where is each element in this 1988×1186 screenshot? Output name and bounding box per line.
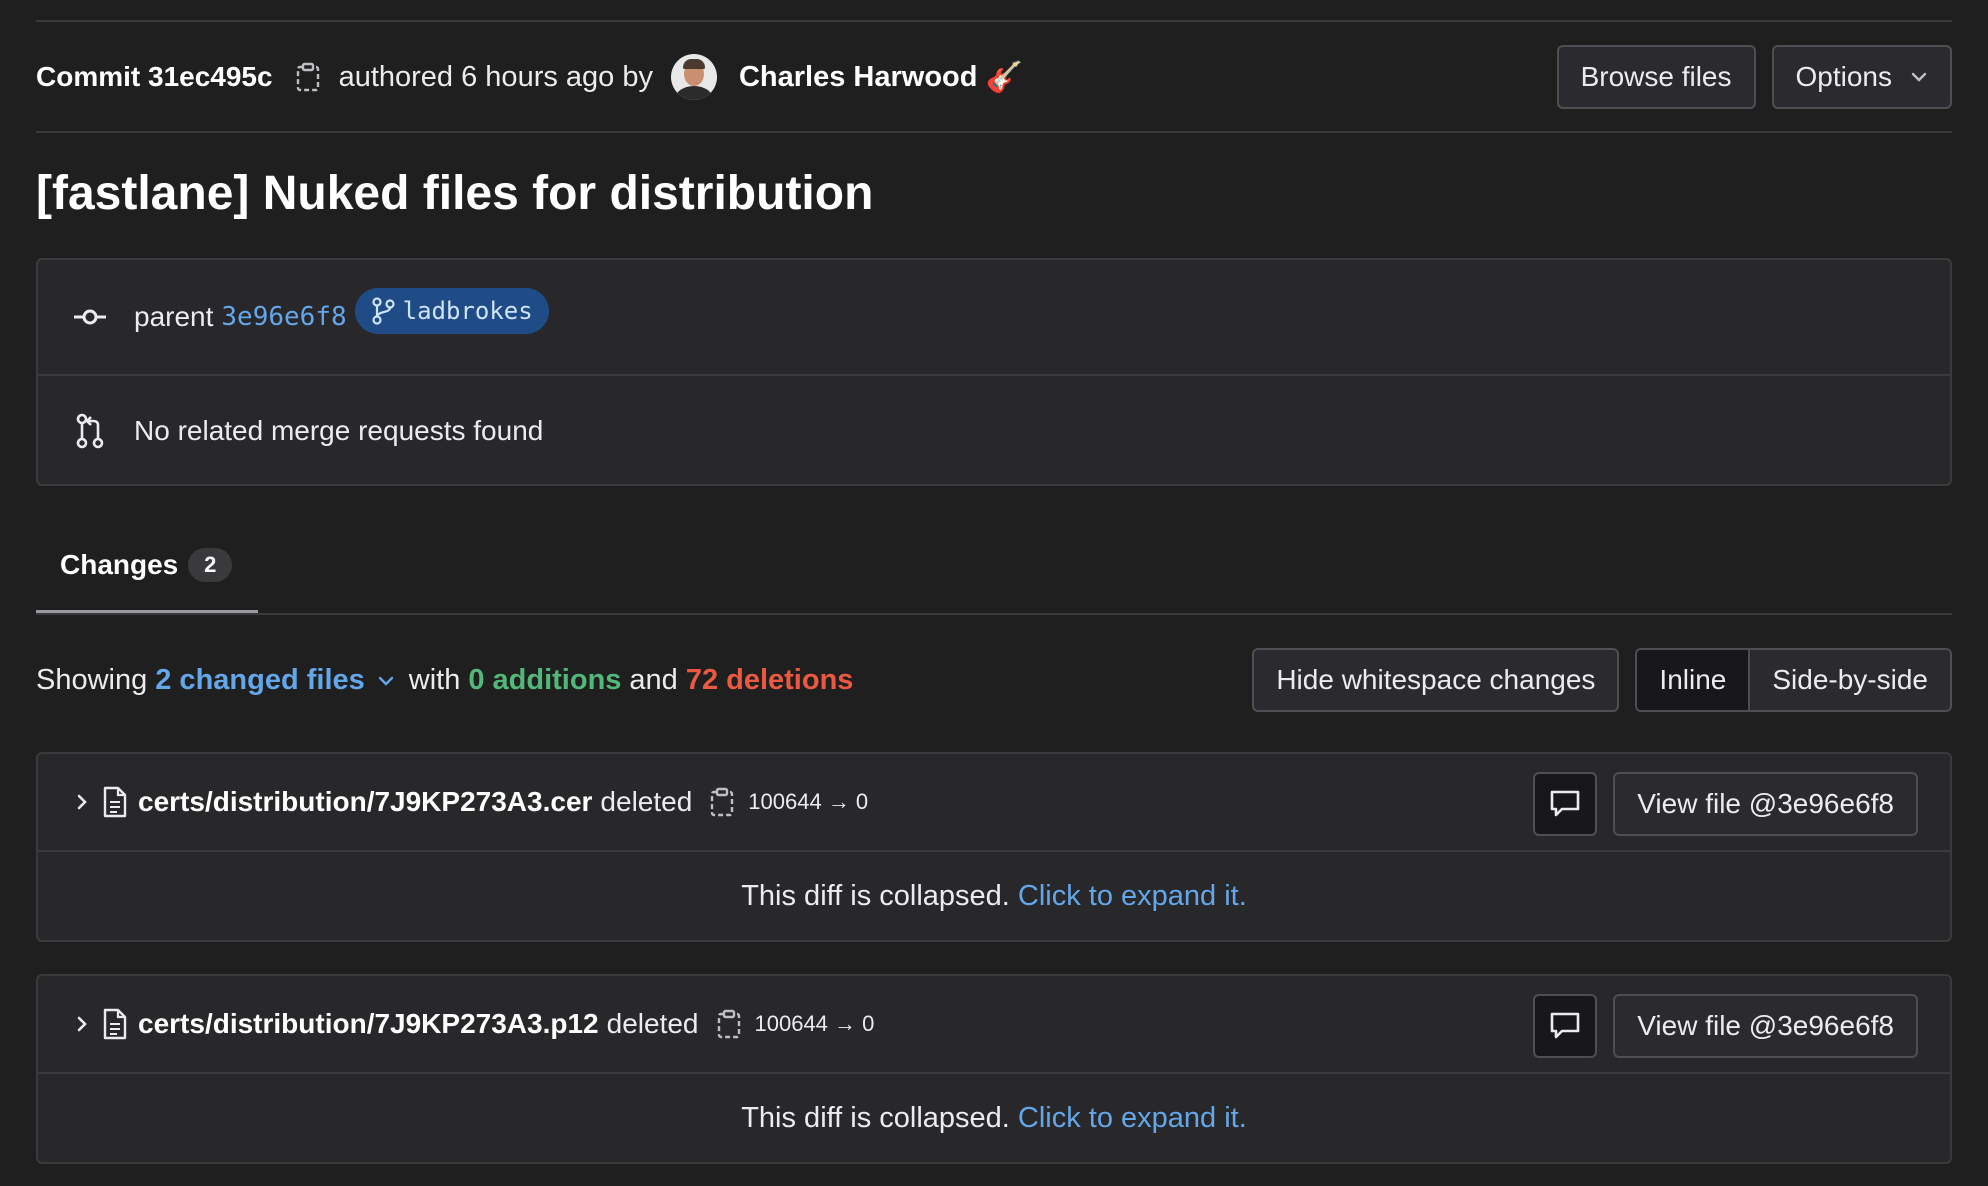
commit-id-label: Commit 31ec495c <box>36 61 273 92</box>
comment-icon <box>1550 790 1580 817</box>
parent-sha-link[interactable]: 3e96e6f8 <box>221 302 346 332</box>
clipboard-icon[interactable] <box>291 60 325 94</box>
diff-file: certs/distribution/7J9KP273A3.p12 delete… <box>36 974 1952 1164</box>
chevron-right-icon[interactable] <box>74 1013 90 1035</box>
file-mode-change: 100644 → 0 <box>754 1011 875 1036</box>
view-file-button[interactable]: View file @3e96e6f8 <box>1613 772 1918 836</box>
inline-view-button[interactable]: Inline <box>1637 650 1749 710</box>
expand-diff-link[interactable]: Click to expand it. <box>1018 880 1247 913</box>
parent-label: parent <box>134 301 214 332</box>
collapsed-text: This diff is collapsed. <box>741 1101 1010 1134</box>
file-status: deleted <box>600 786 693 817</box>
commit-info-box: parent 3e96e6f8 ladbrokes No related mer… <box>36 258 1952 486</box>
merge-request-icon <box>70 411 110 451</box>
view-file-button[interactable]: View file @3e96e6f8 <box>1613 994 1918 1058</box>
collapsed-text: This diff is collapsed. <box>741 879 1010 912</box>
hide-whitespace-button[interactable]: Hide whitespace changes <box>1252 648 1620 712</box>
comment-button[interactable] <box>1533 994 1598 1058</box>
chevron-down-icon[interactable] <box>377 675 395 687</box>
expand-diff-link[interactable]: Click to expand it. <box>1018 1102 1247 1135</box>
chevron-right-icon[interactable] <box>74 791 90 813</box>
branch-badge[interactable]: ladbrokes <box>354 288 549 334</box>
changed-files-dropdown[interactable]: 2 changed files <box>155 664 365 697</box>
file-path[interactable]: certs/distribution/7J9KP273A3.p12 <box>138 1008 599 1040</box>
side-by-side-view-button[interactable]: Side-by-side <box>1748 650 1950 710</box>
file-icon <box>102 786 128 818</box>
file-icon <box>102 1008 128 1040</box>
view-mode-toggle: Inline Side-by-side <box>1635 648 1952 712</box>
clipboard-icon[interactable] <box>710 787 734 817</box>
branch-name: ladbrokes <box>402 297 533 325</box>
showing-label: Showing <box>36 664 148 696</box>
merge-requests-row: No related merge requests found <box>38 376 1950 486</box>
branch-icon <box>372 297 395 325</box>
collapsed-diff-notice: This diff is collapsed. Click to expand … <box>38 1074 1950 1162</box>
commit-page: Commit 31ec495c authored 6 hours ago by … <box>0 0 1988 1186</box>
collapsed-diff-notice: This diff is collapsed. Click to expand … <box>38 852 1950 940</box>
top-divider <box>36 20 1952 22</box>
guitar-emoji: 🎸 <box>985 60 1023 94</box>
header-divider <box>36 131 1952 133</box>
options-dropdown[interactable]: Options <box>1771 45 1952 109</box>
parent-row: parent 3e96e6f8 ladbrokes <box>38 260 1950 376</box>
diff-file: certs/distribution/7J9KP273A3.cer delete… <box>36 752 1952 942</box>
options-label: Options <box>1795 61 1893 92</box>
file-mode-change: 100644 → 0 <box>748 789 869 814</box>
browse-files-button[interactable]: Browse files <box>1556 45 1756 109</box>
comment-icon <box>1550 1012 1580 1039</box>
clipboard-icon[interactable] <box>717 1009 741 1039</box>
tab-changes-label: Changes <box>60 549 179 580</box>
author-name[interactable]: Charles Harwood <box>739 61 978 94</box>
tab-changes-count: 2 <box>188 548 233 582</box>
diff-file-header[interactable]: certs/distribution/7J9KP273A3.p12 delete… <box>38 976 1950 1074</box>
tabs-divider <box>36 613 1952 615</box>
authored-text: authored 6 hours ago by <box>338 60 653 93</box>
file-path[interactable]: certs/distribution/7J9KP273A3.cer <box>138 786 592 818</box>
header-actions: Browse files Options <box>1556 45 1952 109</box>
commit-header: Commit 31ec495c authored 6 hours ago by … <box>36 44 1952 110</box>
with-label: with <box>408 664 461 696</box>
chevron-down-icon <box>1910 71 1928 83</box>
additions-count: 0 additions <box>468 664 622 696</box>
avatar[interactable] <box>670 54 717 100</box>
commit-icon <box>70 297 110 337</box>
file-actions: View file @3e96e6f8 <box>1533 994 1918 1058</box>
file-actions: View file @3e96e6f8 <box>1533 772 1918 836</box>
file-status: deleted <box>606 1008 699 1039</box>
page-title: [fastlane] Nuked files for distribution <box>36 167 874 220</box>
deletions-count: 72 deletions <box>685 664 854 696</box>
merge-requests-text: No related merge requests found <box>134 415 544 446</box>
diff-view-controls: Hide whitespace changes Inline Side-by-s… <box>1252 648 1952 712</box>
tab-changes[interactable]: Changes 2 <box>36 520 258 614</box>
diff-file-header[interactable]: certs/distribution/7J9KP273A3.cer delete… <box>38 754 1950 852</box>
comment-button[interactable] <box>1533 772 1598 836</box>
and-label: and <box>629 664 678 696</box>
diff-summary: Showing 2 changed files with 0 additions… <box>36 664 853 697</box>
